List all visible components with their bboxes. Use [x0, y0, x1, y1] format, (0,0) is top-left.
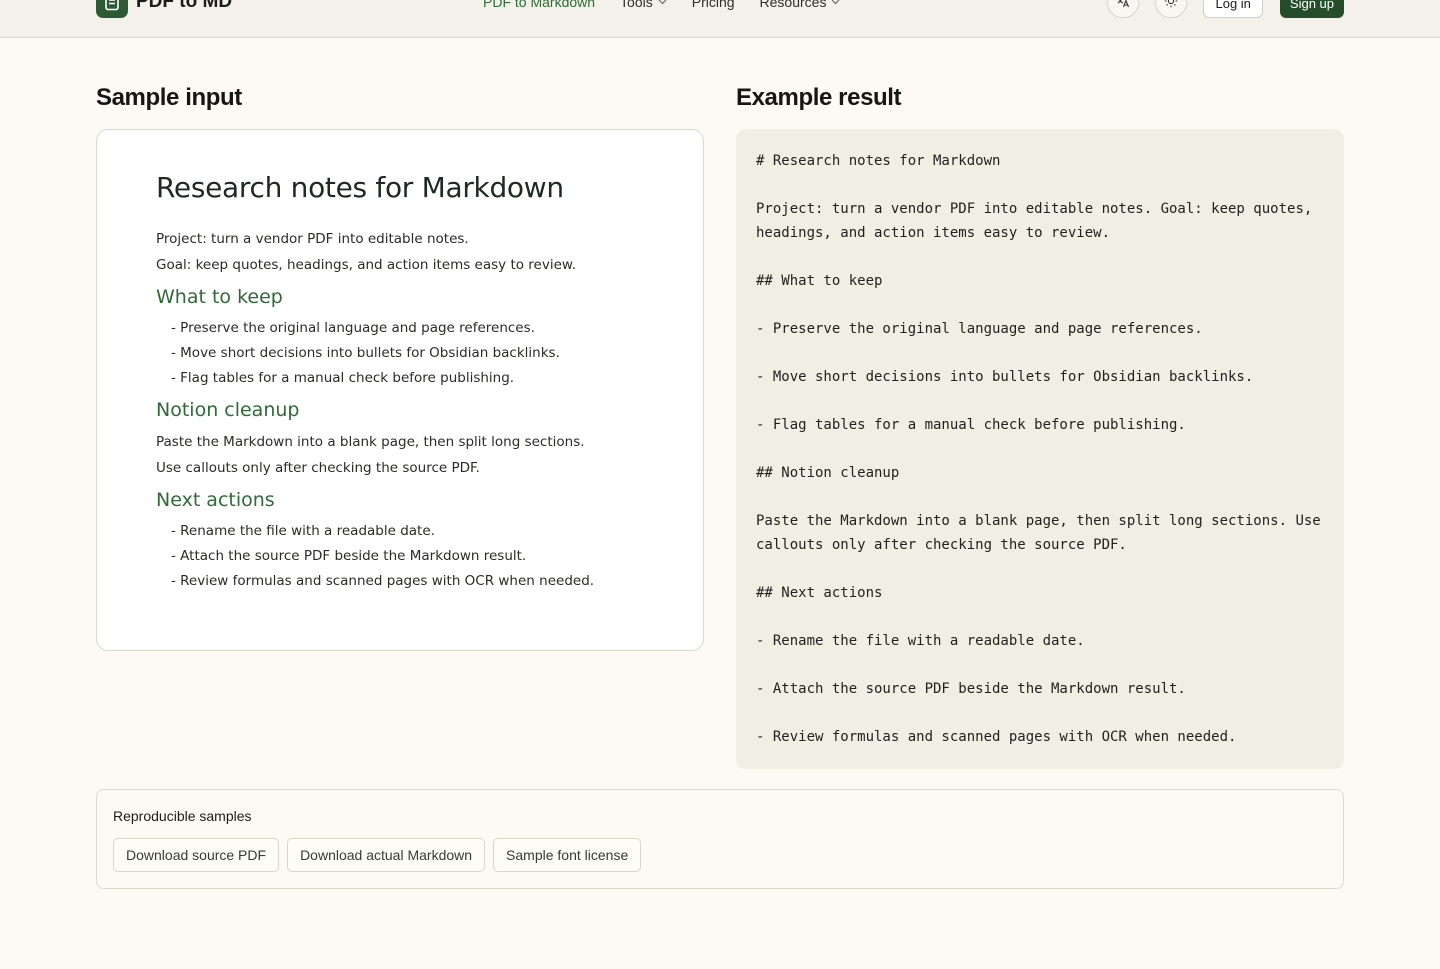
theme-toggle-button[interactable] [1155, 0, 1188, 18]
chevron-down-icon [658, 0, 667, 5]
login-button[interactable]: Log in [1203, 0, 1263, 18]
main-nav: PDF to Markdown Tools Pricing Resources [483, 0, 840, 10]
translate-icon [1116, 0, 1130, 13]
nav-tools[interactable]: Tools [620, 0, 667, 10]
reproducible-samples-box: Reproducible samples Download source PDF… [96, 789, 1344, 889]
code-line: ## Notion cleanup [756, 465, 900, 481]
doc-paragraph: Goal: keep quotes, headings, and action … [156, 257, 576, 273]
code-line: # Research notes for Markdown [756, 153, 1001, 169]
nav-resources[interactable]: Resources [760, 0, 841, 10]
nav-label: Resources [759, 0, 827, 10]
doc-list-item: - Rename the file with a readable date. [171, 523, 435, 539]
doc-list-item: - Preserve the original language and pag… [171, 320, 535, 336]
code-line: ## What to keep [756, 273, 883, 289]
signup-button[interactable]: Sign up [1279, 0, 1344, 18]
doc-section-heading: What to keep [156, 286, 283, 308]
top-navbar: PDF to MD PDF to Markdown Tools Pricing … [0, 0, 1440, 38]
sample-input-heading: Sample input [96, 84, 242, 111]
header-actions: Log in Sign up [1107, 0, 1344, 18]
nav-pdf-to-markdown[interactable]: PDF to Markdown [483, 0, 595, 10]
repro-buttons: Download source PDF Download actual Mark… [113, 838, 649, 872]
nav-label: Pricing [691, 0, 735, 10]
code-line: - Review formulas and scanned pages with… [756, 729, 1237, 745]
doc-paragraph: Paste the Markdown into a blank page, th… [156, 434, 585, 450]
nav-pricing[interactable]: Pricing [692, 0, 735, 10]
doc-title: Research notes for Markdown [156, 171, 564, 204]
download-markdown-button[interactable]: Download actual Markdown [287, 838, 486, 872]
sample-font-license-button[interactable]: Sample font license [493, 838, 642, 872]
document-icon [96, 0, 128, 18]
sun-icon [1164, 0, 1178, 13]
example-result-heading: Example result [736, 84, 902, 111]
code-line: - Move short decisions into bullets for … [756, 369, 1254, 385]
markdown-code-block: # Research notes for Markdown Project: tu… [756, 149, 1328, 749]
nav-label: Tools [620, 0, 653, 10]
doc-section-heading: Notion cleanup [156, 399, 300, 421]
code-line: - Flag tables for a manual check before … [756, 417, 1186, 433]
download-source-pdf-button[interactable]: Download source PDF [113, 838, 280, 872]
code-line: Project: turn a vendor PDF into editable… [756, 201, 1321, 241]
sample-input-card: Research notes for Markdown Project: tur… [96, 129, 704, 651]
nav-label: PDF to Markdown [483, 0, 596, 10]
brand-logo-link[interactable]: PDF to MD [96, 0, 232, 18]
doc-list-item: - Move short decisions into bullets for … [171, 345, 560, 361]
language-button[interactable] [1107, 0, 1140, 18]
doc-paragraph: Project: turn a vendor PDF into editable… [156, 231, 469, 247]
code-line: - Preserve the original language and pag… [756, 321, 1203, 337]
code-line: - Rename the file with a readable date. [756, 633, 1085, 649]
code-line: Paste the Markdown into a blank page, th… [756, 513, 1330, 553]
doc-list-item: - Flag tables for a manual check before … [171, 370, 515, 386]
code-line: ## Next actions [756, 585, 883, 601]
sample-document: Research notes for Markdown Project: tur… [156, 170, 656, 594]
doc-paragraph: Use callouts only after checking the sou… [156, 460, 480, 476]
brand-name: PDF to MD [136, 0, 233, 12]
chevron-down-icon [831, 0, 840, 5]
markdown-result-panel: # Research notes for Markdown Project: tu… [736, 129, 1344, 769]
repro-title: Reproducible samples [113, 808, 252, 824]
doc-list-item: - Attach the source PDF beside the Markd… [171, 548, 527, 564]
doc-list-item: - Review formulas and scanned pages with… [171, 573, 595, 589]
code-line: - Attach the source PDF beside the Markd… [756, 681, 1186, 697]
doc-section-heading: Next actions [156, 489, 275, 511]
